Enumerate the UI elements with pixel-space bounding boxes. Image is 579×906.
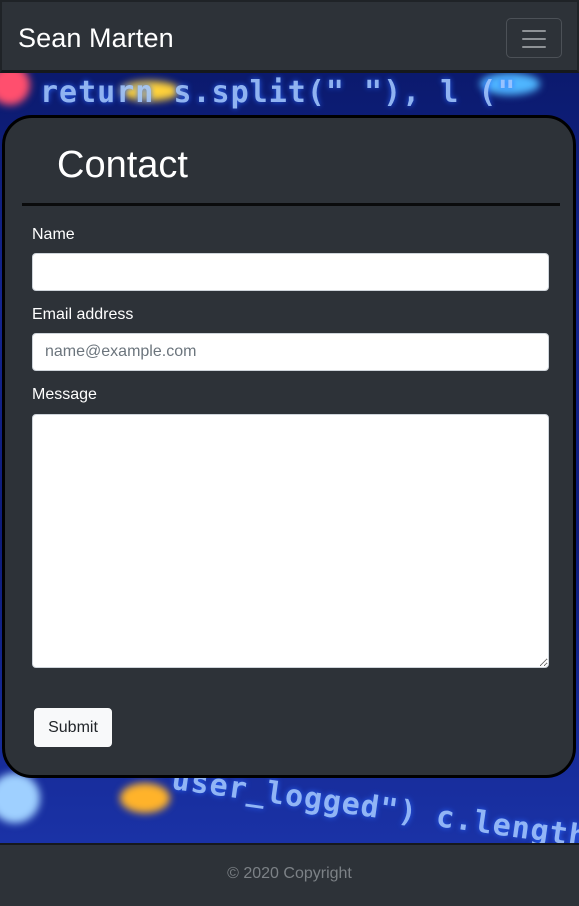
message-label: Message [32,386,97,403]
brand-link[interactable]: Sean Marten [18,20,174,56]
email-label: Email address [32,306,134,323]
footer: © 2020 Copyright [0,843,579,906]
title-divider [22,203,560,206]
navbar: Sean Marten [0,0,579,73]
message-textarea[interactable] [32,414,549,668]
email-input[interactable] [32,333,549,371]
name-label: Name [32,226,75,243]
contact-title: Contact [57,144,188,186]
contact-card: Contact Name Email address Message Submi… [2,115,576,778]
name-input[interactable] [32,253,549,291]
footer-copyright: © 2020 Copyright [227,865,352,882]
submit-button[interactable]: Submit [34,708,112,747]
navbar-toggle-button[interactable] [506,18,562,58]
hero-code-text-top: return s.split(" "), l (" [40,75,517,110]
